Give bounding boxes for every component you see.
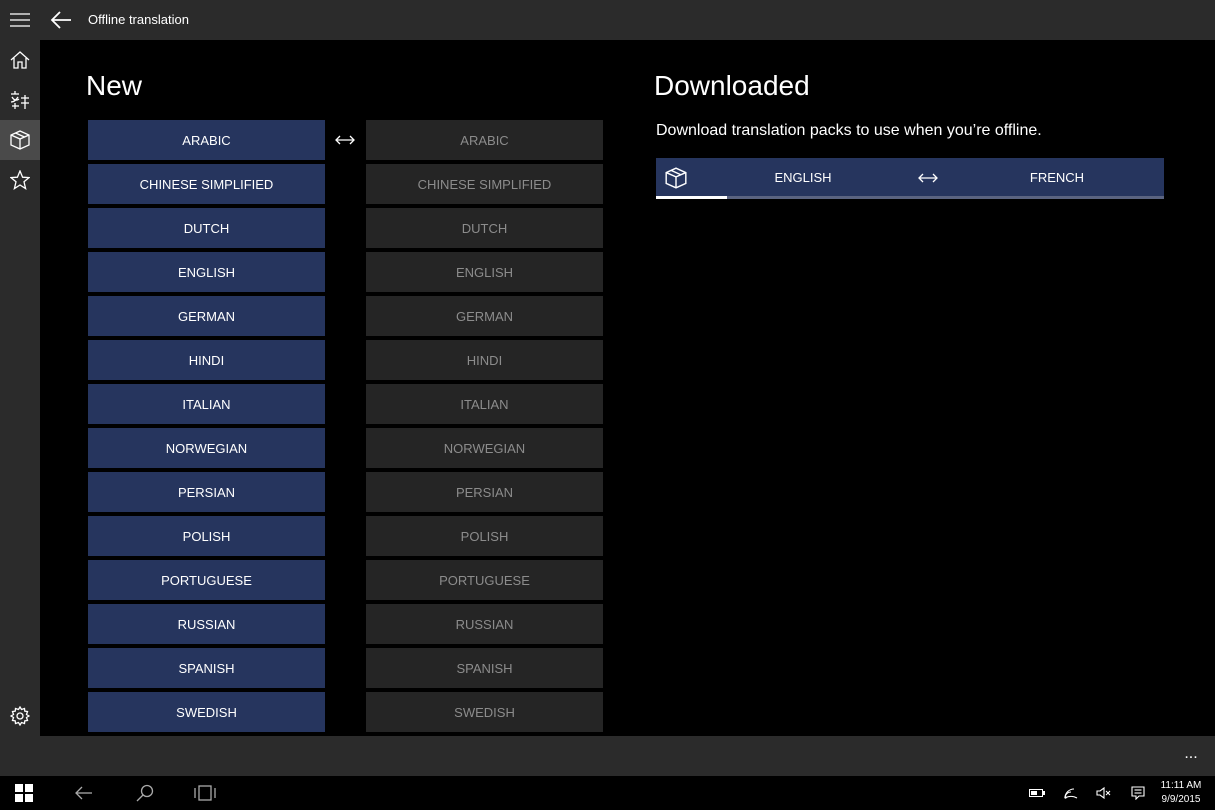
sidebar-item-offline-packs[interactable] xyxy=(0,120,40,160)
target-language-item: SWEDISH xyxy=(366,692,603,732)
title-bar: Offline translation xyxy=(0,0,1215,40)
settings-button[interactable] xyxy=(0,696,40,736)
source-language-item[interactable]: SWEDISH xyxy=(88,692,325,732)
action-center-icon[interactable] xyxy=(1123,776,1153,810)
battery-icon[interactable] xyxy=(1022,776,1052,810)
back-arrow-icon xyxy=(75,786,92,800)
new-heading: New xyxy=(86,70,143,101)
source-language-item[interactable]: PERSIAN xyxy=(88,472,325,512)
taskbar: 11:11 AM 9/9/2015 xyxy=(0,776,1215,810)
target-language-item: CHINESE SIMPLIFIED xyxy=(366,164,603,204)
sidebar-item-favorites[interactable] xyxy=(0,160,40,200)
start-button[interactable] xyxy=(4,776,44,810)
source-language-item[interactable]: PORTUGUESE xyxy=(88,560,325,600)
pack-target-language: FRENCH xyxy=(1029,170,1085,185)
more-options-button[interactable]: ... xyxy=(1179,744,1203,768)
download-progress-bar xyxy=(656,196,1164,199)
target-language-list: ARABIC CHINESE SIMPLIFIED DUTCH ENGLISH … xyxy=(366,120,603,736)
swap-arrow-icon xyxy=(918,168,940,188)
main-content: New ARABIC CHINESE SIMPLIFIED DUTCH ENGL… xyxy=(40,40,1215,736)
source-language-item[interactable]: ENGLISH xyxy=(88,252,325,292)
swap-arrow-icon xyxy=(335,130,355,150)
windows-logo-icon xyxy=(15,784,33,802)
target-language-item: GERMAN xyxy=(366,296,603,336)
target-language-item: ARABIC xyxy=(366,120,603,160)
downloaded-pack-item[interactable]: ENGLISH FRENCH xyxy=(656,158,1164,199)
source-language-item[interactable]: POLISH xyxy=(88,516,325,556)
wifi-icon[interactable] xyxy=(1056,776,1086,810)
package-icon xyxy=(10,130,30,150)
source-language-item[interactable]: NORWEGIAN xyxy=(88,428,325,468)
source-language-list: ARABIC CHINESE SIMPLIFIED DUTCH ENGLISH … xyxy=(88,120,325,736)
source-language-item[interactable]: ITALIAN xyxy=(88,384,325,424)
clock-time: 11:11 AM xyxy=(1160,780,1202,791)
target-language-item: PERSIAN xyxy=(366,472,603,512)
source-language-item[interactable]: SPANISH xyxy=(88,648,325,688)
downloaded-subtitle: Download translation packs to use when y… xyxy=(656,122,1042,139)
app-title: Offline translation xyxy=(88,12,189,27)
target-language-item: DUTCH xyxy=(366,208,603,248)
clock-date: 9/9/2015 xyxy=(1161,794,1201,805)
volume-muted-icon[interactable] xyxy=(1089,776,1119,810)
target-language-item: POLISH xyxy=(366,516,603,556)
source-language-item[interactable]: DUTCH xyxy=(88,208,325,248)
target-language-item: PORTUGUESE xyxy=(366,560,603,600)
star-icon xyxy=(10,170,30,190)
target-language-item: RUSSIAN xyxy=(366,604,603,644)
search-button[interactable] xyxy=(125,776,165,810)
target-language-item: ENGLISH xyxy=(366,252,603,292)
download-progress-fill xyxy=(656,196,728,199)
target-language-item: SPANISH xyxy=(366,648,603,688)
clock[interactable]: 11:11 AM 9/9/2015 xyxy=(1155,779,1207,807)
package-icon xyxy=(664,166,688,190)
source-language-item[interactable]: CHINESE SIMPLIFIED xyxy=(88,164,325,204)
hamburger-menu-icon[interactable] xyxy=(0,0,40,40)
search-icon xyxy=(136,784,154,802)
source-language-item[interactable]: HINDI xyxy=(88,340,325,380)
back-arrow-icon[interactable] xyxy=(44,0,78,40)
sidebar-item-home[interactable] xyxy=(0,40,40,80)
target-language-item: ITALIAN xyxy=(366,384,603,424)
app-bar: ... xyxy=(0,736,1215,776)
task-view-icon xyxy=(194,785,216,801)
target-language-item: NORWEGIAN xyxy=(366,428,603,468)
downloaded-heading: Downloaded xyxy=(654,70,810,101)
source-language-item[interactable]: RUSSIAN xyxy=(88,604,325,644)
sidebar-item-translate[interactable] xyxy=(0,80,40,120)
target-language-item: HINDI xyxy=(366,340,603,380)
sidebar xyxy=(0,40,40,736)
source-language-item[interactable]: ARABIC xyxy=(88,120,325,160)
taskbar-back-button[interactable] xyxy=(64,776,104,810)
home-icon xyxy=(10,51,30,69)
translate-icon xyxy=(10,91,29,109)
task-view-button[interactable] xyxy=(185,776,225,810)
pack-source-language: ENGLISH xyxy=(774,170,832,185)
gear-icon xyxy=(10,706,30,726)
source-language-item[interactable]: GERMAN xyxy=(88,296,325,336)
